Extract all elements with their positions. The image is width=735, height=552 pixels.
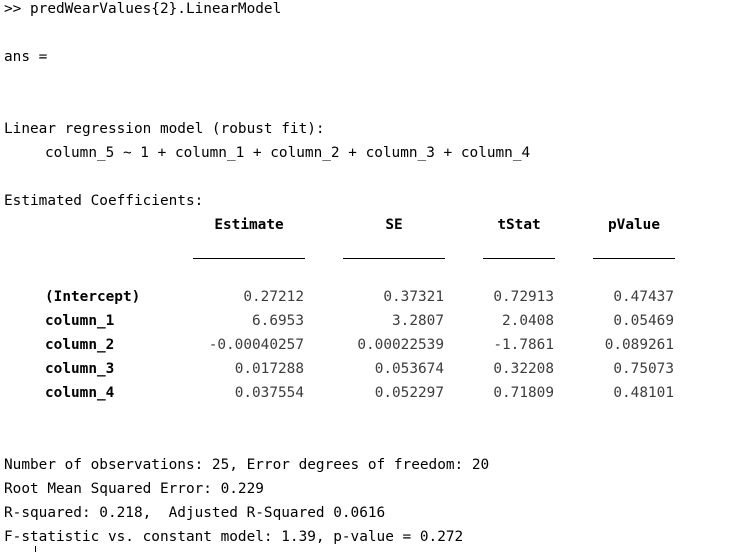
cell-se: 3.2807 [392,313,444,329]
cell-tstat: 0.32208 [493,361,554,377]
cell-se: 0.053674 [374,361,444,377]
cell-tstat: 2.0408 [502,313,554,329]
model-formula: column_5 ~ 1 + column_1 + column_2 + col… [45,145,531,161]
rmse-line: Root Mean Squared Error: 0.229 [4,481,264,497]
cell-se: 0.37321 [383,289,444,305]
cell-se: 0.052297 [374,385,444,401]
command-line: >> predWearValues{2}.LinearModel [4,1,282,17]
row-name: (Intercept) [45,289,141,305]
fstat-line: F-statistic vs. constant model: 1.39, p-… [4,529,464,545]
cell-se: 0.00022539 [357,337,444,353]
row-name: column_1 [45,313,115,329]
header-rule-tstat [483,258,555,259]
model-title: Linear regression model (robust fit): [4,121,325,137]
row-name: column_2 [45,337,115,353]
header-se: SE [385,217,403,233]
header-estimate: Estimate [214,217,284,233]
header-rule-se [343,258,445,259]
header-pvalue: pValue [608,217,660,233]
cell-estimate: -0.00040257 [208,337,304,353]
cell-pvalue: 0.089261 [604,337,674,353]
header-rule-estimate [193,258,305,259]
cell-pvalue: 0.05469 [613,313,674,329]
cell-estimate: 0.037554 [234,385,304,401]
observations-line: Number of observations: 25, Error degree… [4,457,490,473]
header-tstat: tStat [497,217,541,233]
cell-estimate: 6.6953 [252,313,304,329]
cell-pvalue: 0.47437 [613,289,674,305]
header-rule-pvalue [593,258,675,259]
coefficients-heading: Estimated Coefficients: [4,193,204,209]
rsquared-line: R-squared: 0.218, Adjusted R-Squared 0.0… [4,505,386,521]
cell-tstat: -1.7861 [493,337,554,353]
cell-tstat: 0.72913 [493,289,554,305]
cell-estimate: 0.017288 [234,361,304,377]
row-name: column_3 [45,361,115,377]
cell-tstat: 0.71809 [493,385,554,401]
row-name: column_4 [45,385,115,401]
cell-estimate: 0.27212 [243,289,304,305]
cell-pvalue: 0.48101 [613,385,674,401]
cell-pvalue: 0.75073 [613,361,674,377]
ans-label: ans = [4,49,48,65]
text-cursor[interactable] [35,546,36,552]
